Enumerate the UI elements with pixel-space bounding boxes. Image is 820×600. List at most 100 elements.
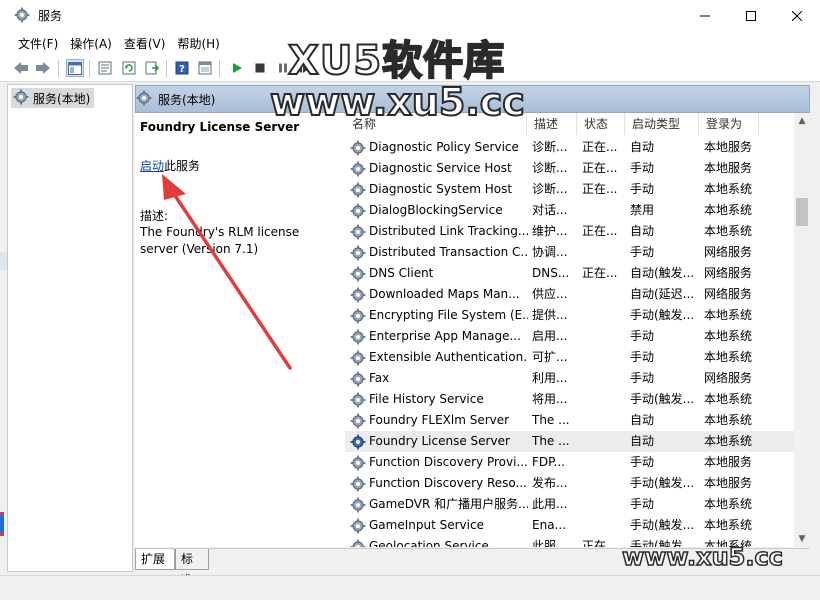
service-row[interactable]: GameDVR 和广播用户服务... 此用... 手动 本地系统 — [345, 494, 794, 515]
service-logon-cell: 网络服务 — [704, 266, 753, 280]
service-status-cell — [582, 305, 626, 326]
service-status-cell — [582, 368, 626, 389]
column-header-logon-as[interactable]: 登录为 — [699, 113, 759, 135]
refresh-icon[interactable] — [120, 59, 138, 77]
export-list-icon[interactable] — [143, 59, 161, 77]
service-name-cell: Diagnostic System Host — [350, 179, 528, 200]
service-logon-cell: 网络服务 — [704, 371, 753, 385]
service-gear-icon — [350, 413, 366, 429]
service-status-cell — [582, 431, 626, 452]
service-name-cell: Function Discovery Reso... — [350, 473, 528, 494]
start-service-link[interactable]: 启动 — [140, 159, 164, 173]
start-service-icon[interactable] — [228, 59, 246, 77]
service-row[interactable]: DialogBlockingService 对话... 禁用 本地系统 — [345, 200, 794, 221]
service-row[interactable]: Function Discovery Reso... 发布... 手动(触发... 本… — [345, 473, 794, 494]
menu-action[interactable]: 操作(A) — [64, 31, 118, 54]
back-arrow-icon[interactable] — [12, 59, 30, 77]
properties-icon[interactable] — [96, 59, 114, 77]
service-logon-cell: 本地服务 — [704, 455, 753, 469]
menu-file[interactable]: 文件(F) — [12, 31, 64, 54]
service-row[interactable]: Diagnostic Policy Service 诊断... 正在... 自动 本地服… — [345, 137, 794, 158]
service-startup-type-cell: 手动 — [630, 161, 655, 175]
service-gear-icon — [350, 455, 366, 471]
service-startup-type-cell: 手动 — [630, 371, 655, 385]
start-service-line: 启动此服务 — [140, 157, 200, 174]
service-name: GameDVR 和广播用户服务... — [369, 497, 528, 511]
service-description-cell: FDP... — [532, 455, 565, 469]
tab-standard[interactable]: 标准 — [175, 549, 209, 587]
service-row[interactable]: Encrypting File System (E... 提供... 手动(触发..… — [345, 305, 794, 326]
service-name-cell: GameDVR 和广播用户服务... — [350, 494, 528, 515]
service-description-cell: 可扩... — [532, 350, 568, 364]
service-row[interactable]: Distributed Link Tracking... 维护... 正在... 自动… — [345, 221, 794, 242]
maximize-button[interactable] — [728, 0, 774, 31]
service-logon-cell: 本地服务 — [704, 161, 753, 175]
service-row[interactable]: Foundry FLEXlm Server The ... 自动 本地系统 — [345, 410, 794, 431]
watermark-url-bottom: www.xu5.cc — [621, 542, 783, 572]
service-rows: Diagnostic Policy Service 诊断... 正在... 自动 本地服… — [345, 137, 794, 547]
status-bar — [0, 575, 820, 600]
service-gear-icon — [350, 371, 366, 387]
service-row[interactable]: Fax 利用... 手动 网络服务 — [345, 368, 794, 389]
service-name-cell: Foundry License Server — [350, 431, 528, 452]
service-detail-panel: Foundry License Server 启动此服务 描述: The Fou… — [135, 113, 345, 547]
service-gear-icon — [350, 308, 366, 324]
service-logon-cell: 本地系统 — [704, 329, 753, 343]
service-status-cell: 正在... — [582, 224, 618, 238]
menu-view[interactable]: 查看(V) — [118, 31, 172, 54]
scroll-down-icon[interactable]: ▼ — [794, 531, 810, 547]
service-status-cell — [582, 494, 626, 515]
service-startup-type-cell: 手动 — [630, 350, 655, 364]
service-gear-icon — [350, 266, 366, 282]
service-name-cell: Fax — [350, 368, 528, 389]
service-row[interactable]: Foundry License Server The ... 自动 本地系统 — [345, 431, 794, 452]
scroll-thumb[interactable] — [796, 198, 808, 226]
services-gear-icon — [13, 89, 29, 108]
service-startup-type-cell: 禁用 — [630, 203, 655, 217]
close-button[interactable] — [774, 0, 820, 31]
service-status-cell — [582, 389, 626, 410]
tab-extended[interactable]: 扩展 — [135, 549, 175, 570]
service-name-cell: File History Service — [350, 389, 528, 410]
toolbar-separator — [166, 60, 167, 77]
console-tree-icon[interactable] — [66, 59, 84, 77]
scroll-up-icon[interactable]: ▲ — [794, 113, 810, 129]
service-name-cell: DialogBlockingService — [350, 200, 528, 221]
service-row[interactable]: Distributed Transaction C... 协调... 手动 网络服务 — [345, 242, 794, 263]
forward-arrow-icon[interactable] — [34, 59, 52, 77]
service-row[interactable]: Function Discovery Provi... FDP... 手动 本地服务 — [345, 452, 794, 473]
service-row[interactable]: Enterprise App Manage... 启用... 手动 本地系统 — [345, 326, 794, 347]
service-startup-type-cell: 自动 — [630, 434, 655, 448]
service-row[interactable]: Diagnostic System Host 诊断... 正在... 手动 本地系统 — [345, 179, 794, 200]
service-row[interactable]: Downloaded Maps Man... 供应... 自动(延迟... 网络服务 — [345, 284, 794, 305]
service-row[interactable]: Diagnostic Service Host 诊断... 正在... 手动 本地服务 — [345, 158, 794, 179]
service-row[interactable]: Extensible Authentication... 可扩... 手动 本地系统 — [345, 347, 794, 368]
vertical-scrollbar[interactable]: ▲ ▼ — [794, 113, 810, 547]
service-status-cell — [582, 347, 626, 368]
service-description-cell: 供应... — [532, 287, 568, 301]
stop-service-icon[interactable] — [251, 59, 269, 77]
service-name: DNS Client — [369, 266, 434, 280]
show-hide-action-pane-icon[interactable] — [196, 59, 214, 77]
column-header-description[interactable]: 描述 — [527, 113, 577, 135]
help-icon[interactable]: ? — [173, 59, 191, 77]
service-row[interactable]: DNS Client DNS... 正在... 自动(触发... 网络服务 — [345, 263, 794, 284]
service-name-cell: Distributed Transaction C... — [350, 242, 528, 263]
service-logon-cell: 本地系统 — [704, 203, 753, 217]
service-row[interactable]: GameInput Service Ena... 手动(触发... 本地系统 — [345, 515, 794, 536]
service-status-cell: 正在... — [582, 182, 618, 196]
service-description-cell: 利用... — [532, 371, 568, 385]
service-logon-cell: 本地系统 — [704, 413, 753, 427]
service-name: Fax — [369, 371, 390, 385]
services-gear-icon — [136, 90, 152, 109]
column-header-startup-type[interactable]: 启动类型 — [625, 113, 699, 135]
watermark-brand: XU5软件库 — [287, 37, 506, 85]
column-header-status[interactable]: 状态 — [577, 113, 625, 135]
tree-item-services-local[interactable]: 服务(本地) — [11, 88, 95, 108]
minimize-button[interactable] — [682, 0, 728, 31]
service-row[interactable]: File History Service 将用... 手动(触发... 本地系统 — [345, 389, 794, 410]
menu-help[interactable]: 帮助(H) — [171, 31, 225, 54]
service-name: Function Discovery Provi... — [369, 455, 528, 469]
toolbar-separator — [219, 60, 220, 77]
service-name: GameInput Service — [369, 518, 484, 532]
